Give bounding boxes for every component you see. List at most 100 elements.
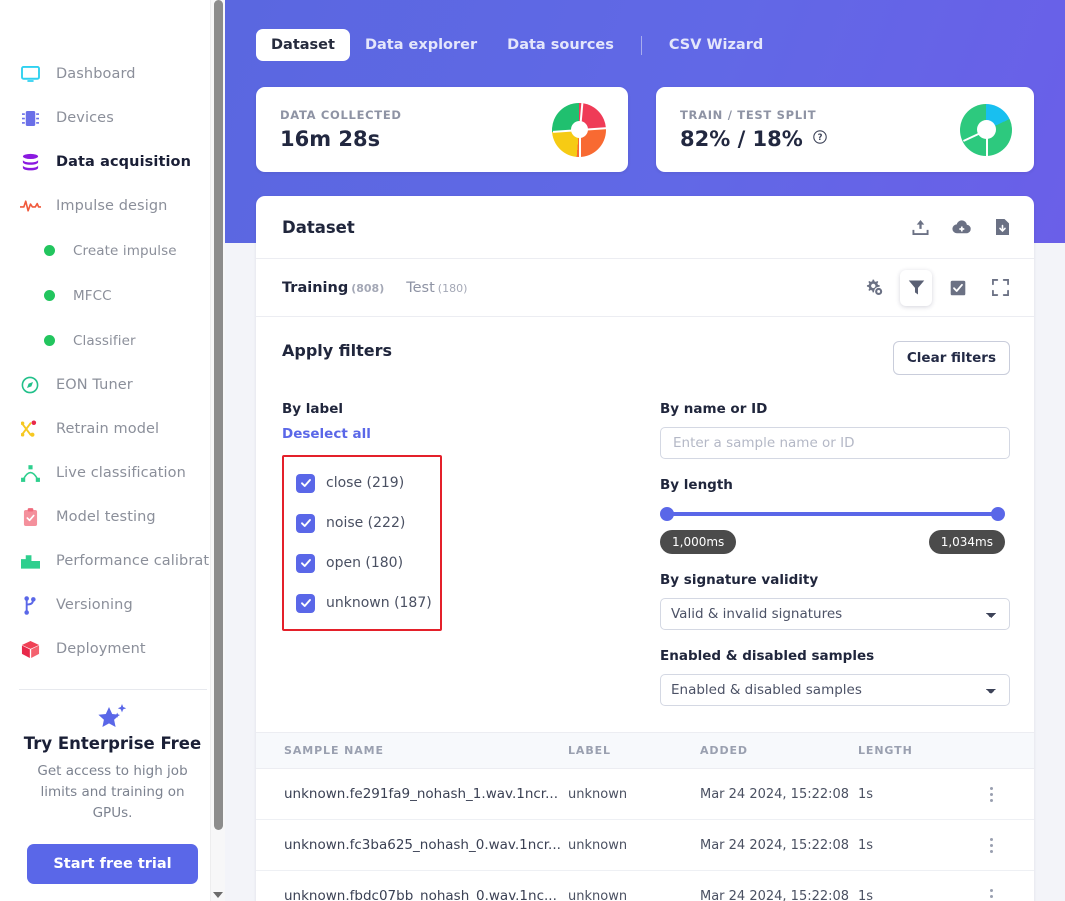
label-filter-highlight-box: close (219) noise (222) open (180) unkno… (282, 455, 442, 631)
cell-actions (978, 870, 1034, 901)
sidebar-scrollbar[interactable] (210, 0, 225, 901)
checkbox-checked-icon (296, 593, 315, 613)
row-menu-icon[interactable] (978, 837, 1004, 853)
data-collected-label: DATA COLLECTED (280, 108, 402, 122)
label-checkbox-close[interactable]: close (219) (296, 469, 430, 497)
sidebar-item-model-testing[interactable]: Model testing (0, 495, 225, 539)
sidebar-item-versioning[interactable]: Versioning (0, 583, 225, 627)
sidebar-item-live-classification[interactable]: Live classification (0, 451, 225, 495)
start-free-trial-button[interactable]: Start free trial (27, 843, 198, 884)
table-row[interactable]: unknown.fe291fa9_nohash_1.wav.1ncr... un… (256, 768, 1034, 820)
cell-length: 1s (858, 768, 978, 820)
sidebar-item-performance-calibration[interactable]: Performance calibration (0, 539, 225, 583)
settings-eye-icon[interactable] (858, 270, 890, 306)
by-name-heading: By name or ID (660, 401, 768, 417)
slider-knob-min[interactable] (660, 507, 674, 521)
sidebar-item-label: Dashboard (56, 66, 136, 82)
filters-title: Apply filters (282, 341, 393, 360)
cell-added: Mar 24 2024, 15:22:08 (700, 870, 858, 901)
select-all-checkbox-icon[interactable] (942, 270, 974, 306)
search-input[interactable] (660, 427, 1010, 459)
sidebar-item-dashboard[interactable]: Dashboard (0, 52, 225, 96)
sidebar: Dashboard Devices Data acquisition Impul… (0, 0, 225, 901)
stat-cards: DATA COLLECTED 16m 28s TRAIN / TEST SPLI… (225, 61, 1065, 172)
sidebar-item-data-acquisition[interactable]: Data acquisition (0, 140, 225, 184)
sidebar-subitem-classifier[interactable]: Classifier (0, 318, 225, 363)
tab-csv-wizard[interactable]: CSV Wizard (654, 29, 778, 61)
checkbox-checked-icon (296, 473, 315, 493)
scroll-down-arrow-icon[interactable] (213, 892, 223, 898)
sidebar-subitem-mfcc[interactable]: MFCC (0, 273, 225, 318)
subtab-test-count: (180) (437, 281, 468, 295)
file-download-icon[interactable] (995, 218, 1010, 236)
subtab-test[interactable]: Test (180) (406, 280, 467, 296)
signature-validity-select[interactable]: Valid & invalid signatures (660, 598, 1010, 630)
row-menu-icon[interactable] (978, 786, 1004, 802)
tab-dataset[interactable]: Dataset (256, 29, 350, 61)
table-row[interactable]: unknown.fc3ba625_nohash_0.wav.1ncr... un… (256, 819, 1034, 871)
filters-grid: By label Deselect all close (219) noise … (282, 401, 1010, 706)
sidebar-item-deployment[interactable]: Deployment (0, 627, 225, 671)
column-header-label: LABEL (568, 732, 700, 769)
tab-data-sources[interactable]: Data sources (492, 29, 629, 61)
enabled-disabled-select[interactable]: Enabled & disabled samples (660, 674, 1010, 706)
top-tabs: Dataset Data explorer Data sources CSV W… (225, 0, 1065, 61)
label-checkbox-label: open (180) (326, 555, 404, 571)
chart-icon (16, 550, 44, 572)
clear-filters-button[interactable]: Clear filters (892, 341, 1010, 375)
sparkle-star-icon (0, 702, 225, 732)
train-test-split-card: TRAIN / TEST SPLIT 82% / 18% ? (656, 87, 1034, 172)
by-length-heading: By length (660, 477, 733, 493)
slider-rail (666, 512, 999, 516)
filter-icon[interactable] (900, 269, 932, 306)
subtab-test-label: Test (406, 279, 435, 296)
label-checkbox-label: unknown (187) (326, 595, 432, 611)
length-range-slider[interactable] (660, 507, 1005, 521)
data-collected-value: 16m 28s (280, 127, 381, 151)
fullscreen-icon[interactable] (984, 270, 1016, 306)
column-header-sample-name: SAMPLE NAME (256, 732, 568, 769)
pulse-icon (16, 195, 44, 217)
chip-icon (16, 107, 44, 129)
sidebar-item-label: Deployment (56, 641, 146, 657)
table-row[interactable]: unknown.fbdc07bb_nohash_0.wav.1nc... unk… (256, 870, 1034, 901)
sidebar-item-devices[interactable]: Devices (0, 96, 225, 140)
help-circle-icon[interactable]: ? (813, 130, 827, 148)
label-checkbox-noise[interactable]: noise (222) (296, 509, 430, 537)
status-dot-icon (44, 290, 55, 301)
filters-section: Apply filters Clear filters By label Des… (256, 317, 1034, 706)
by-signature-group: By signature validity Valid & invalid si… (660, 572, 1010, 630)
cell-sample-name: unknown.fbdc07bb_nohash_0.wav.1nc... (256, 870, 568, 901)
tab-data-explorer[interactable]: Data explorer (350, 29, 492, 61)
sidebar-scrollbar-thumb[interactable] (214, 0, 223, 830)
label-checkbox-unknown[interactable]: unknown (187) (296, 589, 432, 617)
by-label-heading: By label (282, 401, 343, 417)
cloud-upload-icon[interactable] (952, 219, 972, 235)
status-dot-icon (44, 335, 55, 346)
samples-table-header-row: SAMPLE NAME LABEL ADDED LENGTH (256, 732, 1034, 769)
sidebar-item-eon-tuner[interactable]: EON Tuner (0, 363, 225, 407)
enabled-disabled-heading: Enabled & disabled samples (660, 648, 875, 664)
sidebar-subitem-create-impulse[interactable]: Create impulse (0, 228, 225, 273)
sidebar-item-label: EON Tuner (56, 377, 133, 393)
row-menu-icon[interactable] (978, 888, 1004, 901)
label-checkbox-open[interactable]: open (180) (296, 549, 430, 577)
samples-table-head: SAMPLE NAME LABEL ADDED LENGTH (256, 732, 1034, 769)
promo-title: Try Enterprise Free (23, 734, 202, 753)
train-test-split-value: 82% / 18% (680, 127, 803, 151)
dataset-subtabs: Training (808) Test (180) (282, 280, 467, 296)
sidebar-item-retrain-model[interactable]: Retrain model (0, 407, 225, 451)
data-collected-card: DATA COLLECTED 16m 28s (256, 87, 628, 172)
train-test-split-label: TRAIN / TEST SPLIT (680, 108, 817, 122)
clipboard-check-icon (16, 506, 44, 528)
deselect-all-link[interactable]: Deselect all (282, 426, 371, 442)
box-icon (16, 638, 44, 660)
dataset-panel-actions (912, 218, 1010, 236)
sidebar-item-impulse-design[interactable]: Impulse design (0, 184, 225, 228)
by-length-group: By length 1,000ms 1,034ms (660, 477, 1010, 554)
subtab-training-label: Training (282, 279, 349, 296)
subtab-training[interactable]: Training (808) (282, 280, 384, 296)
slider-knob-max[interactable] (991, 507, 1005, 521)
tab-separator (640, 35, 642, 55)
upload-icon[interactable] (912, 219, 929, 236)
